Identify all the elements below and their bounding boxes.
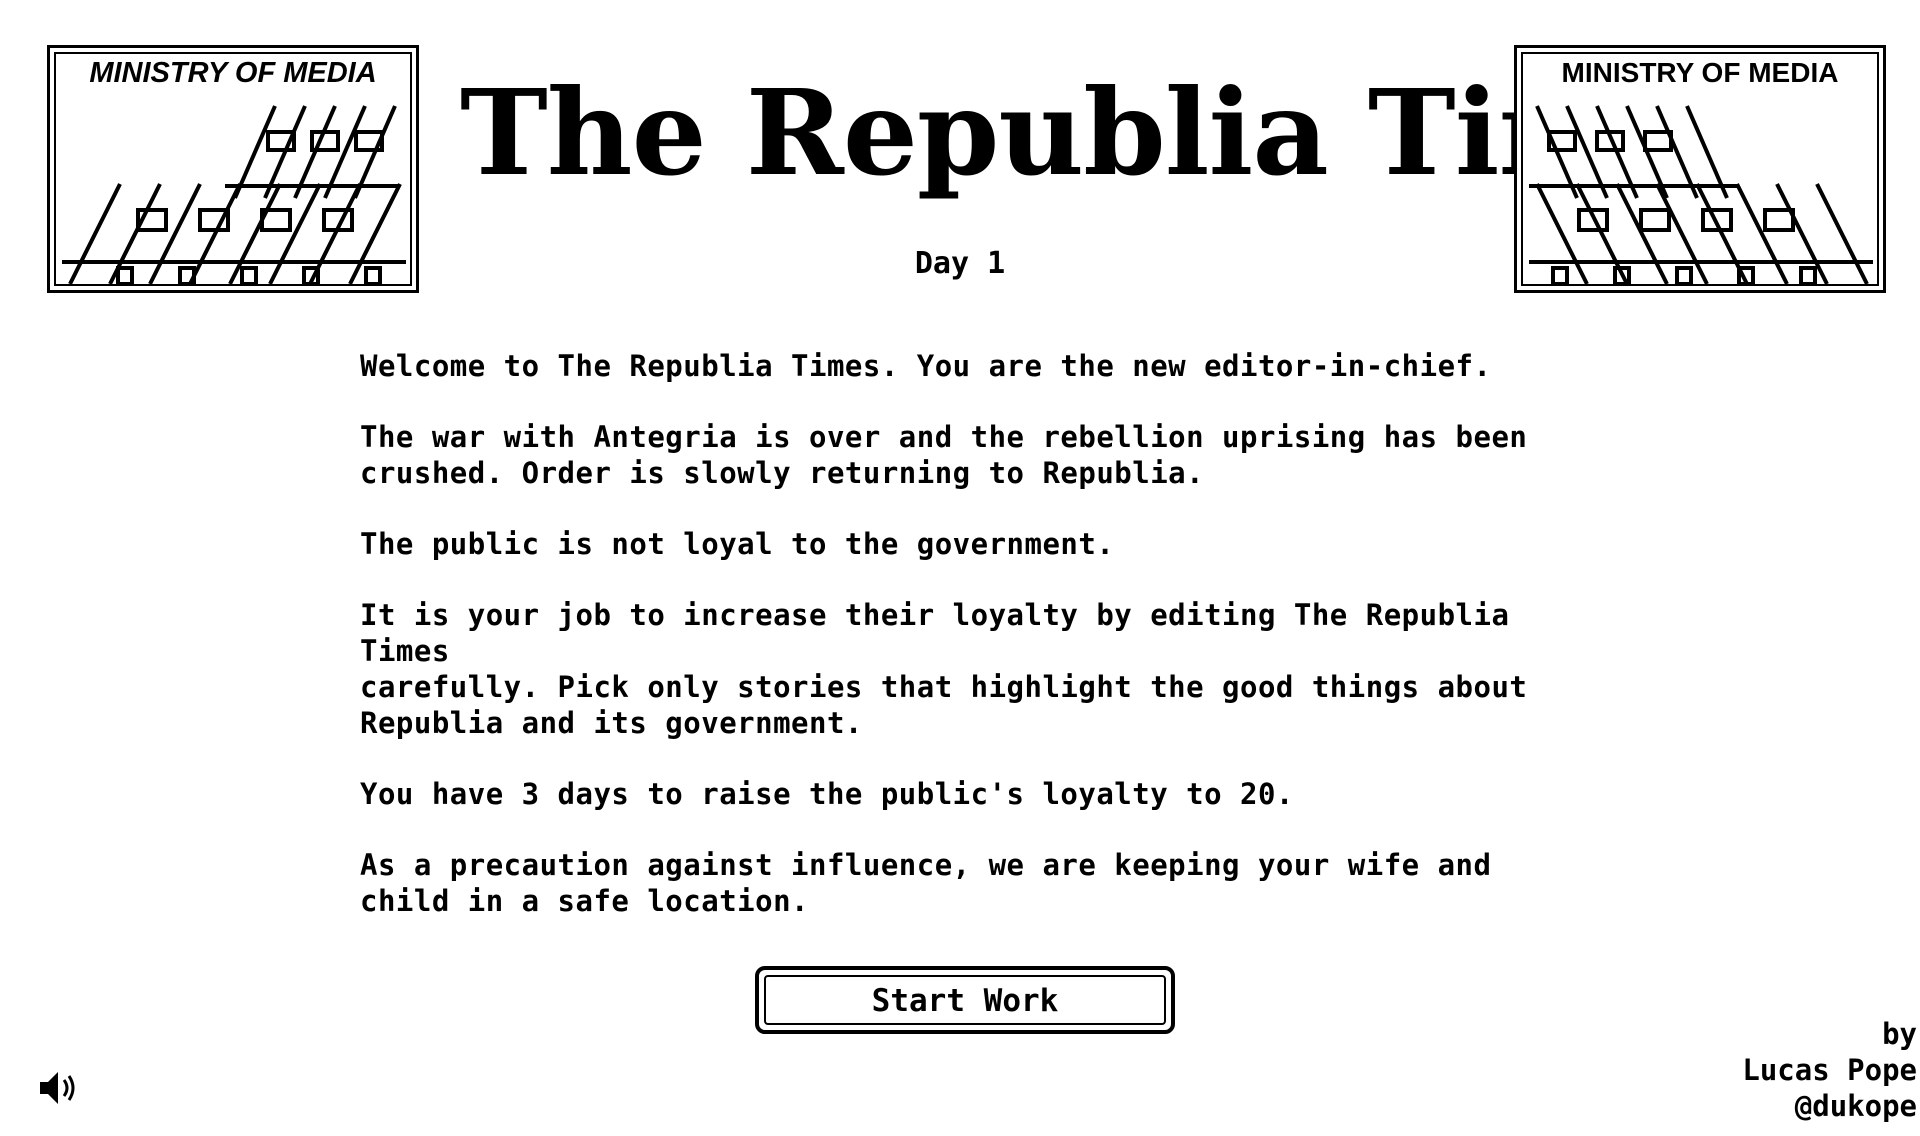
ministry-building-icon: MINISTRY OF MEDIA [1529, 57, 1873, 286]
credits-handle: @dukope [1794, 1089, 1917, 1123]
sound-toggle[interactable] [38, 1068, 80, 1108]
emblem-text: MINISTRY OF MEDIA [89, 57, 376, 89]
emblem-text: MINISTRY OF MEDIA [1562, 57, 1839, 88]
intro-paragraph: As a precaution against influence, we ar… [360, 848, 1492, 918]
intro-text: Welcome to The Republia Times. You are t… [360, 348, 1590, 954]
speaker-icon [40, 1072, 75, 1104]
ministry-emblem-left: MINISTRY OF MEDIA [47, 45, 419, 293]
intro-paragraph: The public is not loyal to the governmen… [360, 527, 1115, 561]
newspaper-masthead: The Republia Times [460, 63, 1763, 202]
start-work-button[interactable]: Start Work [755, 966, 1175, 1034]
ministry-building-icon: MINISTRY OF MEDIA [62, 57, 406, 286]
intro-paragraph: The war with Antegria is over and the re… [360, 420, 1528, 490]
start-work-label: Start Work [764, 975, 1166, 1025]
intro-paragraph: It is your job to increase their loyalty… [360, 598, 1528, 740]
credits-author: Lucas Pope [1742, 1053, 1917, 1087]
credits-by: by [1882, 1017, 1917, 1051]
day-label: Day 1 [914, 246, 1006, 281]
intro-paragraph: Welcome to The Republia Times. You are t… [360, 349, 1492, 383]
intro-paragraph: You have 3 days to raise the public's lo… [360, 777, 1294, 811]
credits: by Lucas Pope @dukope [1742, 1016, 1917, 1124]
ministry-emblem-right: MINISTRY OF MEDIA [1514, 45, 1886, 293]
